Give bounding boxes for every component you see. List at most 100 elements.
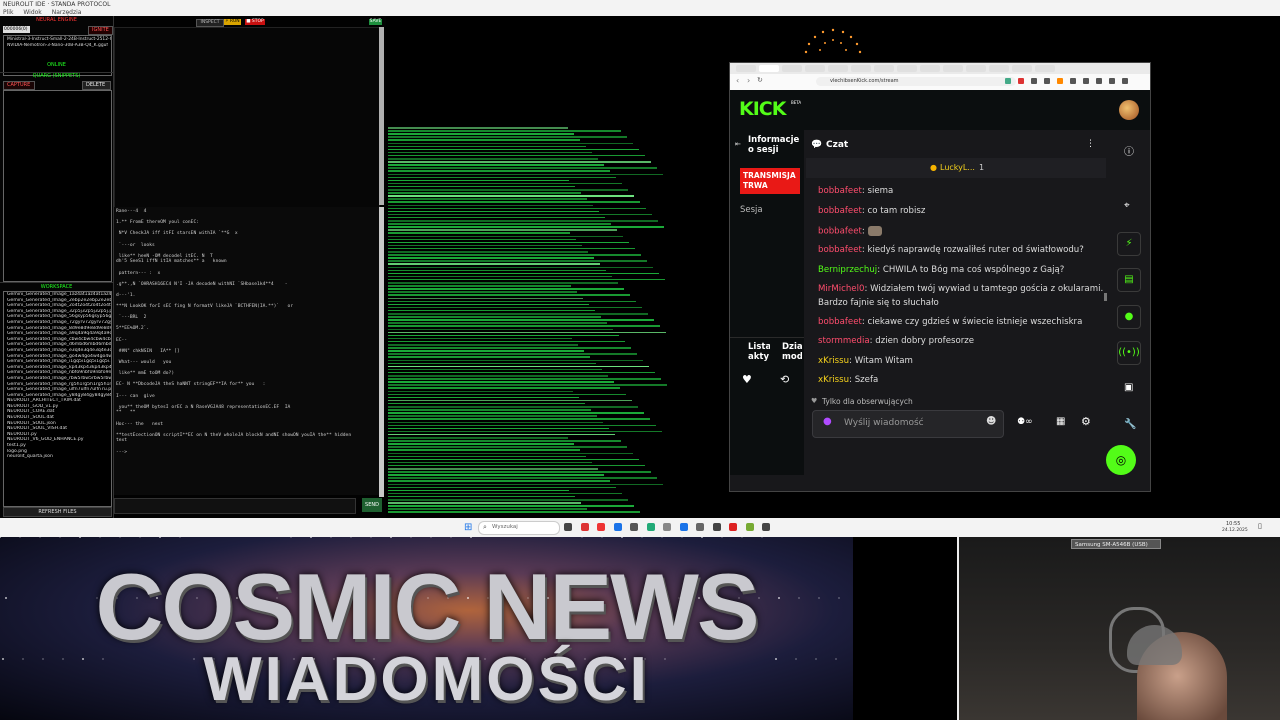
workspace-file[interactable]: Gemini_Generated_Image_ulfn7ulfn7ulfn7u.… [4,387,111,393]
taskbar-app-icon[interactable] [696,523,704,531]
workspace-file[interactable]: Gemini_Generated_Image_a9q4a9q4a9q4a9q4.… [4,331,111,337]
wrench-icon[interactable]: 🔧 [1124,419,1136,430]
chat-input[interactable]: ● Wyślij wiadomość ☻ [812,410,1004,438]
chat-username[interactable]: bobbafeet [818,186,862,196]
model-list[interactable]: Ministral-3-Instruct-Small-2-24B-Instruc… [3,35,112,76]
broadcast-icon[interactable]: ((•)) [1117,341,1141,365]
browser-tab[interactable] [874,65,894,72]
browser-toolbar-icon[interactable] [1031,78,1037,84]
workspace-file[interactable]: neurolit_quarta.json [4,454,111,460]
taskbar-app-icon[interactable] [597,523,605,531]
heart-icon[interactable]: ♥ [742,373,752,386]
taskbar-app-icon[interactable] [613,523,622,531]
browser-tab[interactable] [920,65,940,72]
taskbar-app-icon[interactable] [630,523,638,531]
browser-tab[interactable] [897,65,917,72]
refresh-files-button[interactable]: REFRESH FILES [3,507,112,517]
browser-toolbar-icon[interactable] [1018,78,1024,84]
taskbar-app-icon[interactable] [762,523,770,531]
delete-button[interactable]: DELETE [82,81,111,90]
chat-username[interactable]: stormmedia [818,336,870,346]
browser-tab[interactable] [736,65,756,72]
workspace-file[interactable]: Gemini_Generated_Image_rbw5rbw5rbw5rbw5.… [4,376,111,382]
code-editor[interactable] [114,27,380,209]
output-scrollbar[interactable] [379,207,384,497]
browser-tab[interactable] [851,65,871,72]
taskbar-app-icon[interactable] [745,523,754,531]
prompt-input[interactable] [114,498,356,514]
reload-icon[interactable]: ↻ [757,76,763,84]
taskbar-app-icon[interactable] [646,523,655,531]
collapse-icon[interactable]: ⇤ [735,140,741,148]
live-status-button[interactable]: TRANSMISJA TRWA [740,168,800,194]
back-icon[interactable]: ‹ [736,76,739,85]
browser-toolbar-icon[interactable] [1044,78,1050,84]
taskbar-app-icon[interactable] [679,523,688,531]
chat-username[interactable]: bobbafeet [818,227,862,237]
chat-popout-icon[interactable]: ● [1117,305,1141,329]
workspace-file[interactable]: Gemini_Generated_Image_i1gq5i1gq5i1gq5i.… [4,359,111,365]
run-button[interactable]: ⚡ RUN [224,19,241,25]
taskbar-app-icon[interactable] [663,523,671,531]
browser-tab[interactable] [805,65,825,72]
save-button[interactable]: SAVE [369,19,382,25]
inspect-button[interactable]: INSPECT [196,19,224,27]
capture-button[interactable]: CAPTURE [3,81,35,90]
workspace-file[interactable]: Gemini_Generated_Image_2o4t2o4t2o4t2o4t.… [4,303,111,309]
ignite-button[interactable]: IGNITE [88,26,113,35]
file-list[interactable]: Gemini_Generated_Image_1az4at1az4at1az4.… [3,291,112,507]
send-button[interactable]: SEND [362,498,382,512]
chat-scrollbar[interactable] [1104,293,1107,301]
chat-username[interactable]: bobbafeet [818,317,862,327]
browser-toolbar-icon[interactable] [1109,78,1115,84]
taskbar-search[interactable]: ⌕ Wyszukaj [478,521,560,535]
address-bar[interactable]: vlechibsenKick.com/stream [816,77,1016,86]
browser-tab[interactable] [989,65,1009,72]
editor-scrollbar[interactable] [379,27,384,205]
menu-item-view[interactable]: Widok [23,9,41,16]
avatar[interactable] [1119,100,1139,120]
workspace-file[interactable]: Gemini_Generated_Image_1az4at1az4at1az4.… [4,292,111,298]
emoji-icon[interactable]: ☻ [986,416,996,427]
layout-icon[interactable]: ▣ [1124,382,1133,393]
model-item[interactable]: NVIDIA-Nemotron-3-Nano-30B-A3B-Q4_K.gguf [4,43,111,49]
browser-tab-bar[interactable] [730,63,1150,74]
chat-username[interactable]: bobbafeet [818,206,862,216]
chat-username[interactable]: MirMichel0 [818,284,864,294]
taskbar-app-icon[interactable] [564,523,572,531]
chat-menu-icon[interactable]: ⋮ [1086,139,1095,149]
browser-tab[interactable] [943,65,963,72]
microphone-icon[interactable]: ● [823,416,832,427]
model-item[interactable]: Ministral-3-Instruct-Small-2-24B-Instruc… [4,36,111,43]
browser-tab[interactable] [782,65,802,72]
quick-action-icon[interactable]: ⚡ [1117,232,1141,256]
browser-toolbar-icon[interactable] [1083,78,1089,84]
session-label[interactable]: Sesja [740,205,763,215]
engine-id-field[interactable]: 000006(0) [3,26,30,33]
menu-item-file[interactable]: Plik [3,9,13,16]
browser-toolbar-icon[interactable] [1070,78,1076,84]
kick-logo[interactable]: KICK [739,98,786,120]
screenshot-icon[interactable]: ⌖ [1124,200,1130,211]
workspace-file[interactable]: Gemini_Generated_Image_72gyrv72gyrv72gy.… [4,320,111,326]
browser-toolbar-icon[interactable] [1005,78,1011,84]
chat-username[interactable]: xKrissu [818,375,849,385]
notes-icon[interactable]: ▤ [1117,268,1141,292]
pinned-gift-bar[interactable]: ● LuckyL... 1 [806,158,1106,178]
snippets-list[interactable] [3,90,112,282]
points-icon[interactable]: ⚉∞ [1017,417,1033,427]
taskbar-app-icon[interactable] [729,523,737,531]
browser-toolbar-icon[interactable] [1057,78,1063,84]
taskbar-app-icon[interactable] [580,523,589,531]
history-icon[interactable]: ⟲ [780,373,789,386]
menu-item-tools[interactable]: Narzędzia [52,9,82,16]
browser-tab[interactable] [759,65,779,72]
forward-icon[interactable]: › [747,76,750,85]
chat-username[interactable]: bobbafeet [818,245,862,255]
settings-icon[interactable]: ⚙ [1081,415,1091,428]
info-icon[interactable]: ⓘ [1124,143,1134,158]
browser-tab[interactable] [1035,65,1055,72]
pinned-user[interactable]: LuckyL... [940,163,975,172]
windows-start-icon[interactable]: ⊞ [464,522,472,533]
stop-button[interactable]: ■ STOP [245,19,265,25]
